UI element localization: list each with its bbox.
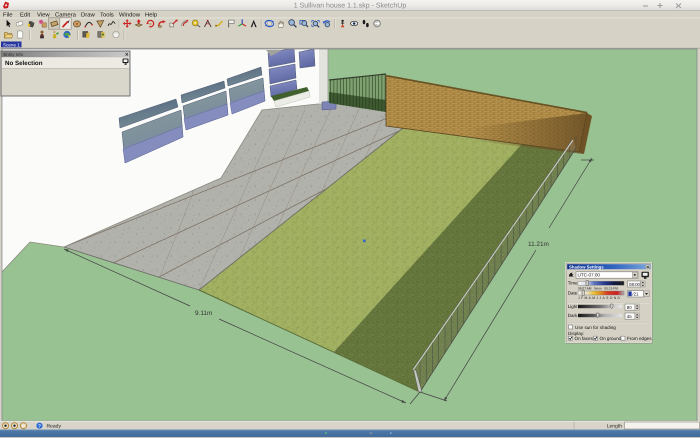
svg-text:On faces: On faces [575, 336, 594, 341]
svg-text:File: File [3, 11, 13, 18]
svg-text:Camera: Camera [55, 11, 77, 18]
svg-text:Draw: Draw [81, 11, 95, 18]
svg-text:Shadow Settings: Shadow Settings [569, 264, 604, 269]
svg-text:Help: Help [145, 11, 158, 18]
svg-text:Tools: Tools [100, 11, 114, 18]
svg-text:Ready: Ready [47, 424, 62, 430]
svg-text:1 Sullivan house 1.1.skp - Ske: 1 Sullivan house 1.1.skp - SketchUp [294, 2, 407, 10]
svg-text:08:00: 08:00 [629, 282, 641, 287]
svg-text:9.11m: 9.11m [195, 310, 212, 317]
svg-text:06:07 AM Noon 06:19 PM: 06:07 AM Noon 06:19 PM [578, 287, 618, 291]
svg-text:View: View [37, 11, 50, 18]
svg-text:Scene 1: Scene 1 [3, 42, 20, 47]
svg-text:JFMAMJJASOND: JFMAMJJASOND [578, 296, 621, 300]
svg-text:11.21m: 11.21m [528, 241, 549, 248]
svg-text:Date: Date [568, 290, 578, 295]
svg-text:From edges: From edges [627, 336, 652, 341]
svg-text:Dark: Dark [568, 313, 578, 318]
svg-text:No Selection: No Selection [5, 60, 43, 67]
svg-text:Length: Length [607, 423, 623, 429]
svg-text:Edit: Edit [20, 11, 31, 18]
svg-text:Light: Light [568, 304, 579, 309]
svg-text:Use sun for shading: Use sun for shading [575, 325, 616, 330]
svg-text:45: 45 [627, 314, 632, 319]
svg-text:/21: /21 [632, 292, 639, 297]
svg-text:UTC-07:00: UTC-07:00 [578, 273, 601, 278]
svg-text:On ground: On ground [600, 336, 622, 341]
svg-text:Window: Window [119, 11, 141, 18]
svg-text:Time: Time [568, 281, 578, 286]
svg-text:?: ? [38, 424, 41, 429]
svg-text:Entity Info: Entity Info [4, 52, 24, 57]
svg-text:80: 80 [627, 305, 632, 310]
